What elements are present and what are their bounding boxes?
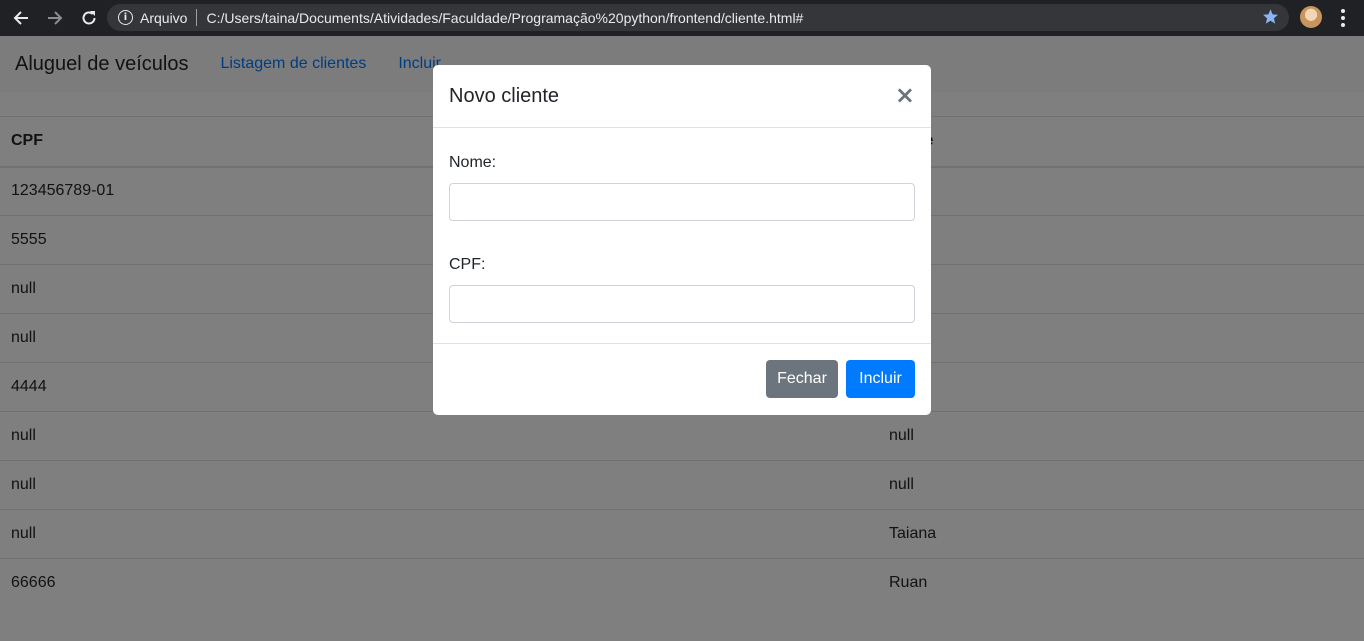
modal-title: Novo cliente <box>449 84 560 107</box>
url-text[interactable]: C:/Users/taina/Documents/Atividades/Facu… <box>206 10 803 26</box>
modal-header: Novo cliente × <box>433 65 931 128</box>
modal-footer: Fechar Incluir <box>433 344 931 414</box>
nome-label: Nome: <box>449 154 497 171</box>
close-icon[interactable]: × <box>895 83 915 107</box>
back-button[interactable] <box>6 3 36 33</box>
reload-icon <box>82 11 96 25</box>
star-icon[interactable] <box>1262 8 1279 28</box>
nome-input[interactable] <box>449 183 915 221</box>
cpf-input[interactable] <box>449 285 915 323</box>
arrow-left-icon <box>13 11 28 25</box>
forward-button[interactable] <box>40 3 70 33</box>
incluir-button[interactable]: Incluir <box>846 360 915 398</box>
new-client-modal: Novo cliente × Nome: CPF: Fechar Incluir <box>433 65 931 415</box>
info-icon[interactable]: i <box>118 10 133 25</box>
fechar-button[interactable]: Fechar <box>766 360 838 398</box>
profile-avatar[interactable] <box>1300 6 1322 28</box>
address-bar[interactable]: i Arquivo C:/Users/taina/Documents/Ativi… <box>107 4 1289 31</box>
modal-body: Nome: CPF: <box>433 128 931 344</box>
browser-toolbar: i Arquivo C:/Users/taina/Documents/Ativi… <box>0 0 1364 36</box>
reload-button[interactable] <box>74 3 104 33</box>
scheme-label: Arquivo <box>140 9 188 26</box>
arrow-right-icon <box>48 11 63 25</box>
more-menu-icon[interactable] <box>1336 9 1350 27</box>
cpf-label: CPF: <box>449 256 486 273</box>
address-separator <box>196 9 198 26</box>
